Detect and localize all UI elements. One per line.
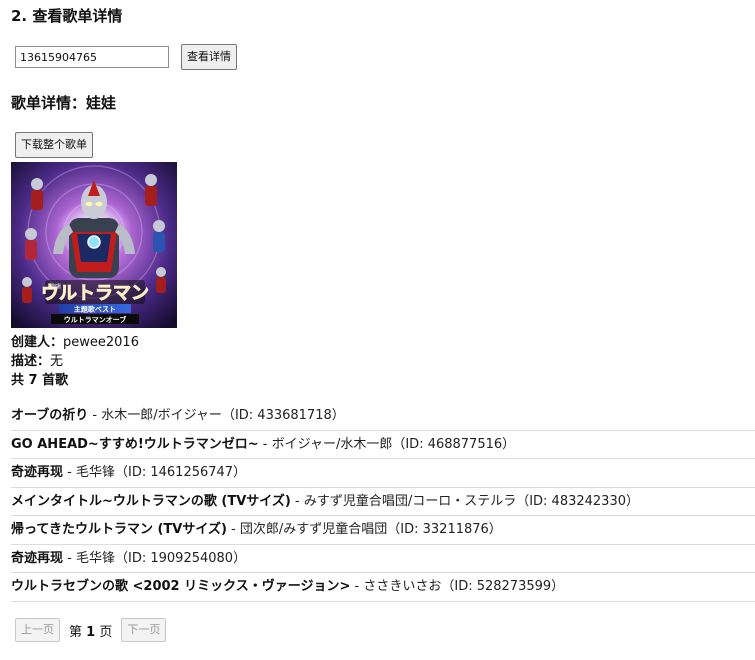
user-id-input[interactable] [15,46,169,68]
song-item: オーブの祈り - 水木一郎/ボイジャー（ID: 433681718） [11,402,755,431]
song-id: （ID: 468877516） [392,436,516,452]
song-name: ウルトラセブンの歌 <2002 リミックス・ヴァージョン> [11,579,351,594]
download-playlist-button[interactable]: 下载整个歌单 [15,132,93,158]
prev-page-button[interactable]: 上一页 [15,618,60,642]
song-artist: みすず児童合唱団/コーロ・ステルラ [303,493,517,509]
song-name: GO AHEAD~すすめ!ウルトラマンゼロ~ [11,436,259,452]
song-separator: - [258,436,272,452]
section-title: 2. 查看歌单详情 [11,7,123,25]
song-name: 帰ってきたウルトラマン (TVサイズ) [11,522,227,537]
song-item: 奇迹再现 - 毛华锋（ID: 1461256747） [11,459,755,488]
cover-subtitle: 主題歌ベスト [74,305,116,314]
song-item: 奇迹再现 - 毛华锋（ID: 1909254080） [11,545,755,573]
creator-name: pewee2016 [63,335,139,350]
song-separator: - [350,579,364,594]
cover-logo-small-text: 劇場 [51,283,61,290]
song-item: メインタイトル~ウルトラマンの歌 (TVサイズ) - みすず児童合唱団/コーロ・… [11,488,755,516]
song-item: GO AHEAD~すすめ!ウルトラマンゼロ~ - ボイジャー/水木一郎（ID: … [11,431,755,459]
song-item: ウルトラセブンの歌 <2002 リミックス・ヴァージョン> - ささきいさお（I… [11,573,755,602]
song-item: 帰ってきたウルトラマン (TVサイズ) - 団次郎/みすず児童合唱団（ID: 3… [11,516,755,545]
song-separator: - [226,522,240,537]
song-separator: - [88,408,102,423]
description-label: 描述： [11,354,51,369]
song-id: （ID: 483242330） [516,493,639,509]
playlist-meta: 创建人：pewee2016 描述：无 共 7 首歌 [11,333,139,390]
song-list: オーブの祈り - 水木一郎/ボイジャー（ID: 433681718） GO AH… [11,402,755,602]
song-artist: 団次郎/みすず児童合唱団 [239,522,388,537]
creator-label: 创建人： [11,335,64,350]
description-text: 无 [50,354,64,369]
song-separator: - [63,550,76,566]
song-name: オーブの祈り [11,408,89,423]
song-artist: ボイジャー/水木一郎 [271,436,393,452]
song-artist: 水木一郎/ボイジャー [101,408,222,423]
song-id: （ID: 1461256747） [115,465,247,480]
song-name: 奇迹再现 [11,465,64,480]
song-separator: - [290,493,304,509]
song-name: 奇迹再现 [11,550,64,566]
description-line: 描述：无 [11,352,139,371]
song-artist: ささきいさお [363,579,442,594]
song-id: （ID: 1909254080） [115,550,247,566]
song-separator: - [63,465,76,480]
song-name: メインタイトル~ウルトラマンの歌 (TVサイズ) [11,493,291,509]
creator-line: 创建人：pewee2016 [11,333,139,352]
pagination: 上一页 第 1 页 下一页 [15,618,167,642]
song-id: （ID: 528273599） [441,579,565,594]
playlist-cover-image: ウルトラマン 劇場 主題歌ベスト ウルトラマンオーブ [11,162,177,328]
song-artist: 毛华锋 [75,550,115,566]
cover-caption: ウルトラマンオーブ [64,315,127,324]
song-artist: 毛华锋 [75,465,115,480]
song-count: 共 7 首歌 [11,373,69,388]
page-suffix: 页 [95,624,113,640]
song-id: （ID: 33211876） [387,522,502,537]
view-details-button[interactable]: 查看详情 [181,44,237,70]
page-prefix: 第 [69,624,87,640]
playlist-name: 娃娃 [86,94,117,112]
song-id: （ID: 433681718） [221,408,345,423]
query-row: 查看详情 [15,44,237,70]
next-page-button[interactable]: 下一页 [121,618,167,642]
current-page-number: 1 [86,624,96,640]
playlist-title-prefix: 歌单详情： [11,94,87,112]
page-indicator: 第 1 页 [69,621,112,640]
playlist-title: 歌单详情：娃娃 [11,92,116,113]
